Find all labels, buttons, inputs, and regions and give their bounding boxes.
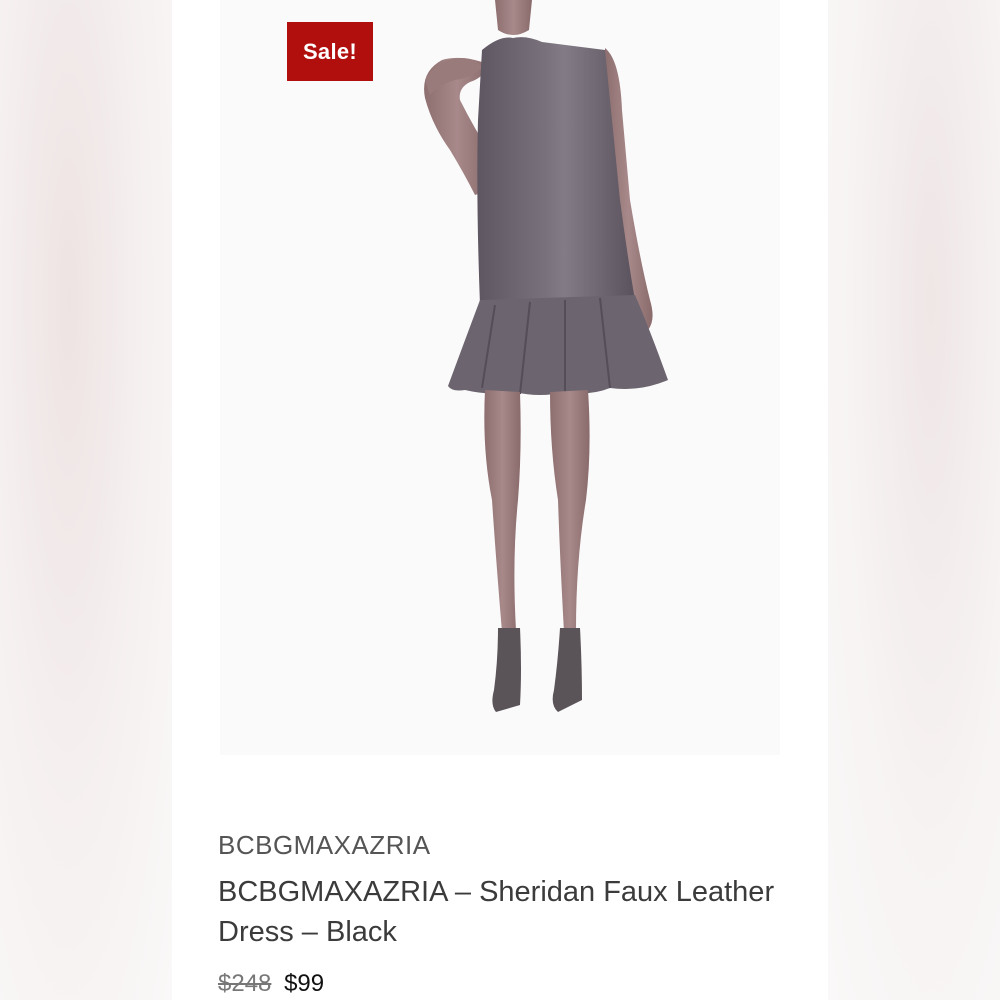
product-title[interactable]: BCBGMAXAZRIA – Sheridan Faux Leather Dre… (218, 872, 798, 952)
sale-badge: Sale! (287, 22, 373, 81)
original-price: $248 (218, 970, 272, 997)
sale-price: $99 (284, 970, 325, 997)
background-blur-right (828, 0, 1000, 1000)
price-row: $248 $99 (218, 970, 324, 998)
product-page: Sale! BCBGMAXAZRIA BCBGMAXAZRIA – Sherid… (0, 0, 1000, 1000)
model-dress-illustration (424, 0, 668, 712)
product-brand[interactable]: BCBGMAXAZRIA (218, 830, 431, 861)
product-image[interactable]: Sale! (220, 0, 780, 755)
background-blur-left (0, 0, 172, 1000)
product-card: Sale! BCBGMAXAZRIA BCBGMAXAZRIA – Sherid… (172, 0, 828, 1000)
